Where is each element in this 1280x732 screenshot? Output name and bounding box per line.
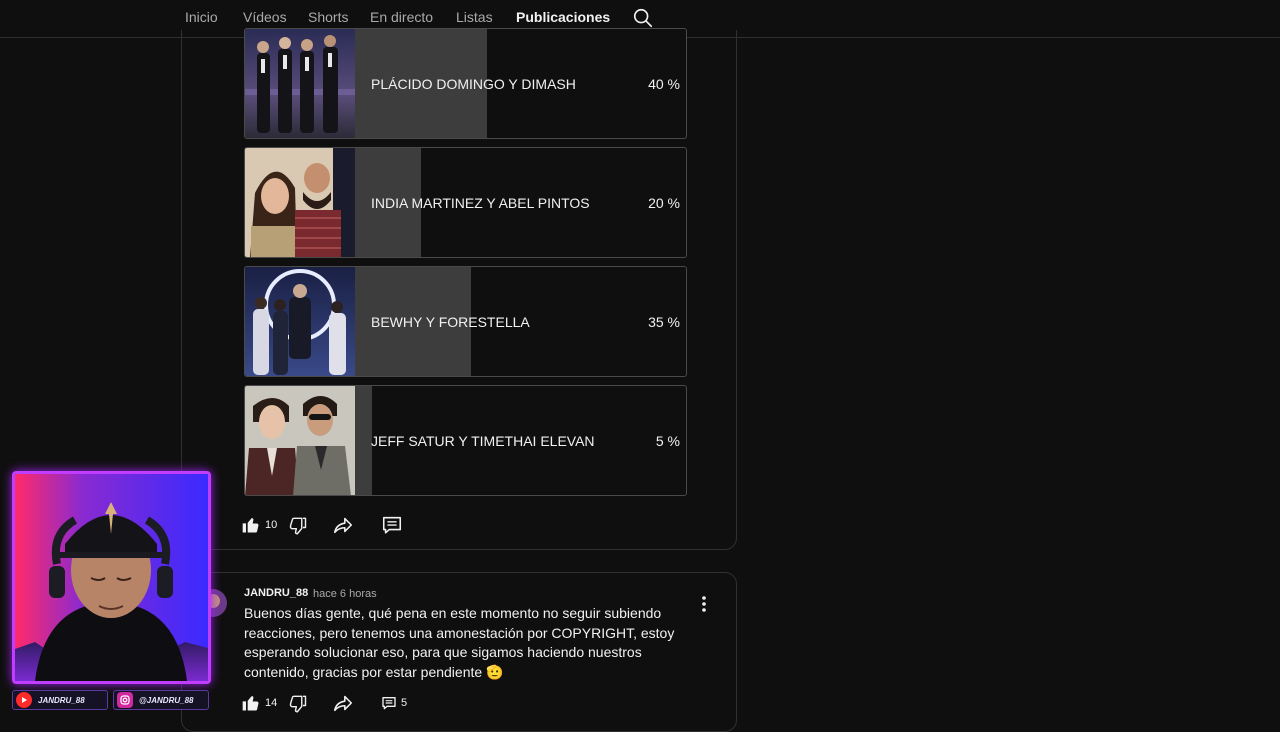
thumbs-down-icon	[289, 517, 307, 535]
poll-option-2[interactable]: INDIA MARTINEZ Y ABEL PINTOS 20 %	[244, 147, 687, 258]
comment-icon	[382, 516, 402, 534]
poll-option-label: PLÁCIDO DOMINGO Y DIMASH	[371, 76, 576, 92]
like-count: 14	[265, 697, 278, 709]
poll-option-image	[245, 267, 355, 376]
poll-option-percent: 35 %	[648, 314, 680, 330]
poll-option-3[interactable]: BEWHY Y FORESTELLA 35 %	[244, 266, 687, 377]
poll-option-image	[245, 386, 355, 495]
dislike-button[interactable]	[288, 691, 308, 715]
search-icon[interactable]	[632, 7, 654, 29]
share-icon	[333, 517, 353, 534]
poll-option-1[interactable]: PLÁCIDO DOMINGO Y DIMASH 40 %	[244, 28, 687, 139]
poll-option-image	[245, 29, 355, 138]
comment-icon	[382, 697, 396, 710]
comment-button[interactable]	[381, 513, 403, 537]
poll-option-image	[245, 148, 355, 257]
poll-option-percent: 20 %	[648, 195, 680, 211]
thumbs-up-icon	[242, 518, 259, 533]
post-author[interactable]: JANDRU_88	[244, 587, 308, 599]
post-text: Buenos días gente, qué pena en este mome…	[244, 605, 675, 680]
instagram-handle: @JANDRU_88	[139, 695, 194, 705]
poll-post-actions: 10	[241, 513, 411, 537]
thumbs-up-icon	[242, 696, 259, 711]
poll-option-label: INDIA MARTINEZ Y ABEL PINTOS	[371, 195, 590, 211]
youtube-handle: JANDRU_88	[38, 695, 85, 705]
thumbs-down-icon	[289, 695, 307, 713]
poll-result-bar	[355, 386, 372, 495]
dislike-button[interactable]	[288, 513, 308, 537]
poll-option-percent: 40 %	[648, 76, 680, 92]
like-count: 10	[265, 519, 278, 531]
comment-button[interactable]: 5	[381, 691, 407, 715]
webcam-overlay	[12, 471, 211, 684]
share-button[interactable]	[332, 691, 354, 715]
more-vert-icon	[702, 596, 706, 612]
poll-option-percent: 5 %	[655, 433, 680, 449]
more-options-button[interactable]	[697, 594, 711, 614]
like-button[interactable]: 14	[241, 691, 277, 715]
poll-option-label: JEFF SATUR Y TIMETHAI ELEVAN	[371, 433, 595, 449]
like-button[interactable]: 10	[241, 513, 277, 537]
instagram-icon	[117, 692, 133, 708]
youtube-handle-tag: JANDRU_88	[12, 690, 108, 710]
share-icon	[333, 695, 353, 712]
youtube-icon	[16, 692, 32, 708]
poll-option-label: BEWHY Y FORESTELLA	[371, 314, 530, 330]
poll-option-4[interactable]: JEFF SATUR Y TIMETHAI ELEVAN 5 %	[244, 385, 687, 496]
post-timestamp[interactable]: hace 6 horas	[313, 588, 377, 600]
share-button[interactable]	[332, 513, 354, 537]
instagram-handle-tag: @JANDRU_88	[113, 690, 209, 710]
post-actions: 14 5	[241, 691, 421, 715]
comment-count: 5	[401, 697, 408, 709]
